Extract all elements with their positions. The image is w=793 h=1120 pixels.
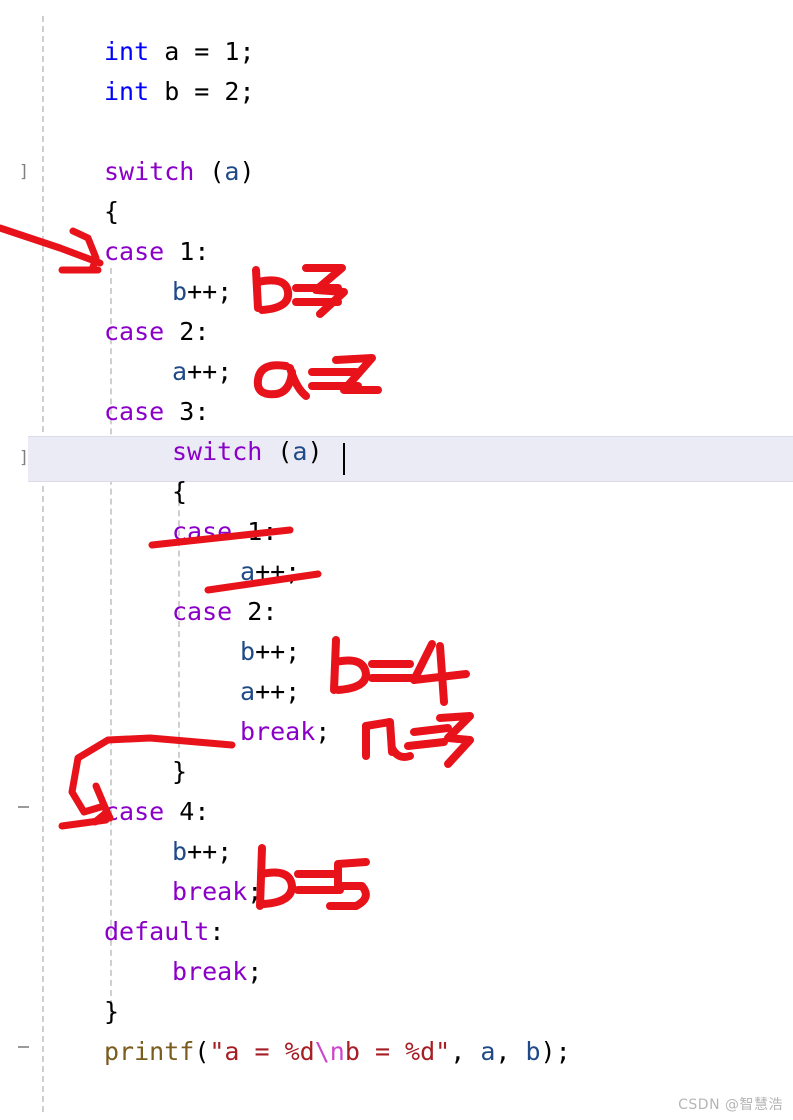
code-token-ctrl: case <box>172 597 233 626</box>
code-token-plain: ( <box>262 437 293 466</box>
code-line[interactable]: case 2: <box>0 592 793 632</box>
code-token-plain: ++; <box>187 277 233 306</box>
code-token-ctrl: switch <box>172 437 263 466</box>
code-token-plain: ); <box>540 1037 571 1066</box>
code-token-plain: , <box>495 1037 526 1066</box>
code-token-plain: ++; <box>187 357 233 386</box>
code-line[interactable]: printf("a = %d\nb = %d", a, b); <box>0 1032 793 1072</box>
code-token-ctrl: case <box>104 317 165 346</box>
code-token-plain: 4: <box>164 797 210 826</box>
code-token-plain: 3: <box>164 397 210 426</box>
code-token-plain: { <box>104 197 120 226</box>
code-token-kw: int <box>104 37 150 66</box>
code-line[interactable]: switch (a) <box>0 152 793 192</box>
code-token-ctrl: switch <box>104 157 195 186</box>
code-token-var: a <box>480 1037 496 1066</box>
code-token-plain: } <box>172 757 188 786</box>
code-token-var: b <box>172 837 188 866</box>
code-token-plain: ) <box>239 157 255 186</box>
code-token-plain: ; <box>247 877 263 906</box>
code-line[interactable]: a++; <box>0 672 793 712</box>
code-token-plain: , <box>450 1037 481 1066</box>
code-line[interactable]: { <box>0 472 793 512</box>
code-line[interactable]: break; <box>0 712 793 752</box>
code-editor[interactable]: ] ] int a = 1; int b = 2; switch (a){case … <box>0 0 793 1120</box>
code-line[interactable]: case 1: <box>0 512 793 552</box>
code-token-plain: ) <box>307 437 323 466</box>
code-token-plain: 1: <box>232 517 278 546</box>
code-token-var: b <box>240 637 256 666</box>
code-line[interactable]: case 2: <box>0 312 793 352</box>
code-token-plain: ++; <box>255 677 301 706</box>
code-token-plain: ( <box>194 1037 210 1066</box>
code-line[interactable]: case 1: <box>0 232 793 272</box>
code-token-func: printf <box>104 1037 195 1066</box>
code-token-plain: ++; <box>255 637 301 666</box>
code-token-var: a <box>240 677 256 706</box>
code-token-ctrl: break <box>172 957 248 986</box>
code-token-ctrl: case <box>104 237 165 266</box>
code-token-plain: 2: <box>232 597 278 626</box>
code-token-plain: ; <box>247 957 263 986</box>
code-token-ctrl: break <box>240 717 316 746</box>
code-token-esc: \n <box>314 1037 345 1066</box>
code-token-plain: ++; <box>187 837 233 866</box>
watermark: CSDN @智慧浩 <box>678 1097 783 1113</box>
code-token-plain: ( <box>194 157 225 186</box>
code-token-str: "a = %d <box>209 1037 315 1066</box>
code-token-kw: int <box>104 77 150 106</box>
code-line[interactable]: default: <box>0 912 793 952</box>
code-token-var: a <box>172 357 188 386</box>
code-token-ctrl: case <box>172 517 233 546</box>
code-line[interactable]: int a = 1; <box>0 32 793 72</box>
code-token-var: a <box>224 157 240 186</box>
code-line[interactable]: break; <box>0 952 793 992</box>
code-token-plain: b = 2; <box>149 77 255 106</box>
code-line[interactable]: case 4: <box>0 792 793 832</box>
code-token-ctrl: break <box>172 877 248 906</box>
code-token-var: a <box>292 437 308 466</box>
code-token-plain: { <box>172 477 188 506</box>
code-line[interactable] <box>0 112 793 152</box>
code-token-plain: 1: <box>164 237 210 266</box>
code-token-plain: } <box>104 997 120 1026</box>
code-token-ctrl: case <box>104 397 165 426</box>
code-token-plain: ++; <box>255 557 301 586</box>
code-line[interactable]: break; <box>0 872 793 912</box>
code-line[interactable]: b++; <box>0 272 793 312</box>
code-token-plain: ; <box>315 717 331 746</box>
code-line[interactable]: switch (a) <box>0 432 793 472</box>
code-line[interactable]: case 3: <box>0 392 793 432</box>
code-token-var: a <box>240 557 256 586</box>
code-token-var: b <box>525 1037 541 1066</box>
code-token-ctrl: default <box>104 917 210 946</box>
code-line[interactable]: a++; <box>0 552 793 592</box>
code-token-plain: 2: <box>164 317 210 346</box>
code-line[interactable]: a++; <box>0 352 793 392</box>
code-token-plain: a = 1; <box>149 37 255 66</box>
text-caret <box>343 443 345 475</box>
code-line[interactable]: int b = 2; <box>0 72 793 112</box>
code-line[interactable]: b++; <box>0 832 793 872</box>
code-token-plain: : <box>209 917 225 946</box>
code-token-ctrl: case <box>104 797 165 826</box>
code-line[interactable]: } <box>0 752 793 792</box>
code-line[interactable]: } <box>0 992 793 1032</box>
code-line[interactable]: { <box>0 192 793 232</box>
code-token-str: b = %d" <box>344 1037 451 1066</box>
code-token-var: b <box>172 277 188 306</box>
code-line[interactable]: b++; <box>0 632 793 672</box>
